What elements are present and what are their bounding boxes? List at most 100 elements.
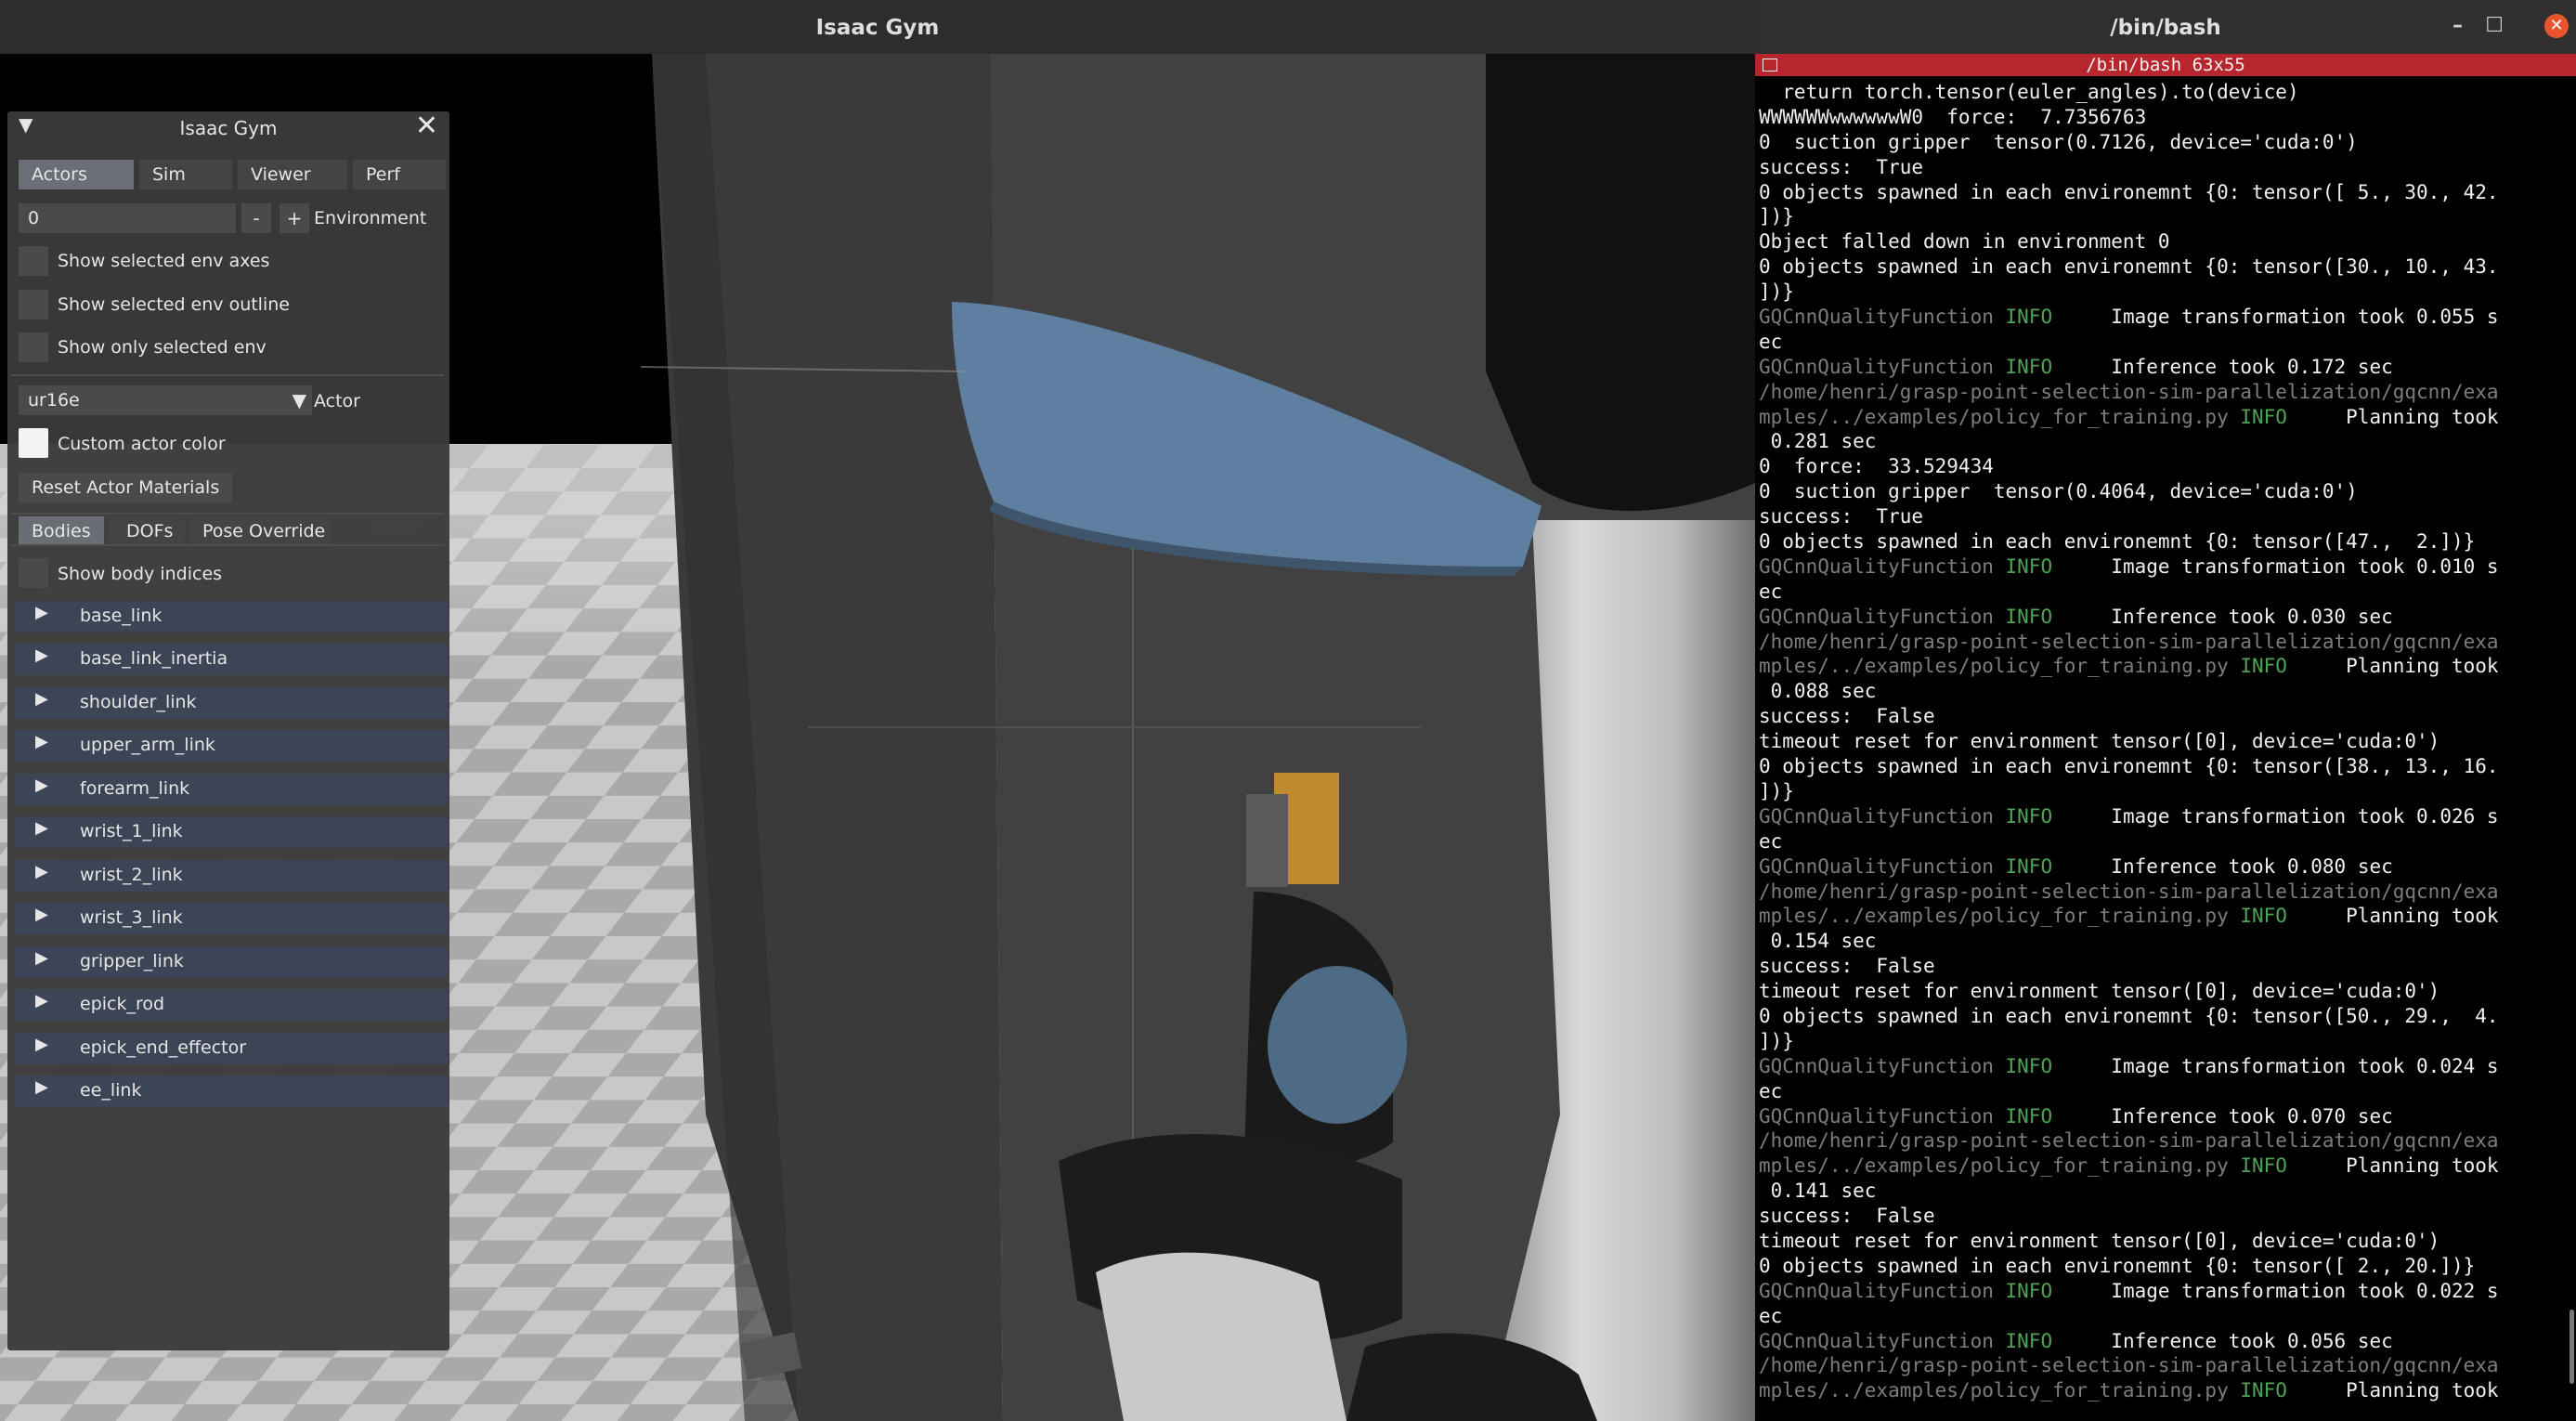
terminal-line: GQCnnQualityFunction INFO Image transfor…: [1759, 804, 2572, 829]
isaac-gym-window: Isaac Gym ▼ Isaac Gym ✕ Actors Sim Viewe…: [0, 0, 1755, 1421]
body-row-upper-arm-link[interactable]: ▶ upper_arm_link: [15, 730, 448, 762]
body-row-wrist-2-link[interactable]: ▶ wrist_2_link: [15, 860, 448, 892]
terminal-line: return torch.tensor(euler_angles).to(dev…: [1759, 80, 2572, 105]
triangle-right-icon: ▶: [35, 905, 48, 924]
terminal-line-text: 0.088 sec: [1759, 680, 1877, 703]
environment-decrement-button[interactable]: -: [241, 203, 271, 233]
body-name: forearm_link: [80, 778, 190, 799]
body-row-gripper-link[interactable]: ▶ gripper_link: [15, 946, 448, 978]
terminal-line: WWWWWWwwwwwwW0 force: 7.7356763: [1759, 105, 2572, 130]
terminal-line-text: ec: [1759, 330, 1783, 353]
custom-actor-color-swatch[interactable]: [19, 428, 48, 458]
terminal-line: mples/../examples/policy_for_training.py…: [1759, 1378, 2572, 1403]
terminal-line: success: False: [1759, 1204, 2572, 1229]
terminal-line: 0 objects spawned in each environemnt {0…: [1759, 1004, 2572, 1029]
dropdown-arrow-icon[interactable]: ▼: [293, 385, 306, 415]
triangle-right-icon: ▶: [35, 948, 48, 968]
body-row-base-link[interactable]: ▶ base_link: [15, 601, 448, 632]
body-row-wrist-3-link[interactable]: ▶ wrist_3_link: [15, 903, 448, 934]
logger-name: GQCnnQualityFunction: [1759, 306, 2006, 329]
show-only-selected-env-checkbox[interactable]: [19, 332, 48, 362]
terminal-line: ec: [1759, 829, 2572, 854]
tab-sim[interactable]: Sim: [139, 160, 232, 189]
terminal-line-text: 0.141 sec: [1759, 1180, 1877, 1203]
triangle-right-icon: ▶: [35, 862, 48, 881]
terminal-line-text: ec: [1759, 829, 1783, 853]
terminal-line-text: 0 objects spawned in each environemnt {0…: [1759, 755, 2499, 778]
terminal-line: 0 objects spawned in each environemnt {0…: [1759, 180, 2572, 205]
terminal-line-text: success: False: [1759, 1205, 1935, 1228]
body-row-wrist-1-link[interactable]: ▶ wrist_1_link: [15, 816, 448, 848]
body-row-forearm-link[interactable]: ▶ forearm_link: [15, 774, 448, 805]
custom-actor-color-label: Custom actor color: [58, 434, 226, 454]
terminal-line: 0.154 sec: [1759, 929, 2572, 954]
tab-viewer[interactable]: Viewer: [238, 160, 347, 189]
terminal-output[interactable]: return torch.tensor(euler_angles).to(dev…: [1759, 80, 2572, 1421]
log-message: Planning took: [2286, 655, 2499, 678]
environment-increment-button[interactable]: +: [280, 203, 309, 233]
environment-index-input[interactable]: 0: [19, 203, 236, 233]
logger-name: GQCnnQualityFunction: [1759, 355, 2006, 378]
logger-name: GQCnnQualityFunction: [1759, 1279, 2006, 1302]
terminal-line-text: ec: [1759, 1079, 1783, 1102]
maximize-icon[interactable]: ☐: [2485, 13, 2504, 39]
show-env-axes-checkbox[interactable]: [19, 246, 48, 276]
terminal-line: timeout reset for environment tensor([0]…: [1759, 979, 2572, 1004]
terminal-tab[interactable]: /bin/bash 63x55: [1755, 54, 2576, 76]
tab-perf[interactable]: Perf: [353, 160, 446, 189]
body-row-epick-rod[interactable]: ▶ epick_rod: [15, 989, 448, 1021]
close-window-icon[interactable]: ✕: [2544, 14, 2569, 38]
terminal-line: ec: [1759, 1304, 2572, 1329]
body-row-shoulder-link[interactable]: ▶ shoulder_link: [15, 687, 448, 719]
logger-name: /home/henri/grasp-point-selection-sim-pa…: [1759, 380, 2499, 403]
terminal-line-text: ])}: [1759, 205, 1794, 228]
show-env-axes-label: Show selected env axes: [58, 251, 270, 271]
body-name: epick_end_effector: [80, 1037, 247, 1058]
show-body-indices-label: Show body indices: [58, 564, 223, 584]
log-level: INFO: [2240, 905, 2287, 928]
logger-name: GQCnnQualityFunction: [1759, 804, 2006, 828]
subtab-dofs[interactable]: DOFs: [110, 516, 184, 546]
log-message: Planning took: [2286, 1154, 2499, 1178]
terminal-line: /home/henri/grasp-point-selection-sim-pa…: [1759, 630, 2572, 655]
terminal-line-text: ])}: [1759, 779, 1794, 802]
divider: [11, 513, 444, 515]
terminal-line: success: True: [1759, 504, 2572, 529]
logger-name: GQCnnQualityFunction: [1759, 605, 2006, 628]
terminal-line: GQCnnQualityFunction INFO Image transfor…: [1759, 305, 2572, 330]
body-row-base-link-inertia[interactable]: ▶ base_link_inertia: [15, 644, 448, 675]
minimize-icon[interactable]: –: [2452, 13, 2463, 39]
close-icon[interactable]: ✕: [415, 110, 438, 142]
actor-select[interactable]: ur16e ▼: [19, 385, 312, 415]
terminal-line: timeout reset for environment tensor([0]…: [1759, 1229, 2572, 1254]
log-level: INFO: [2005, 1104, 2053, 1128]
terminal-window: /bin/bash – ☐ ✕ /bin/bash 63x55 return t…: [1755, 0, 2576, 1421]
divider: [11, 544, 444, 546]
simulation-viewport[interactable]: ▼ Isaac Gym ✕ Actors Sim Viewer Perf 0 -…: [0, 54, 1755, 1421]
terminal-line-text: timeout reset for environment tensor([0]…: [1759, 730, 2440, 753]
terminal-line-text: 0 objects spawned in each environemnt {0…: [1759, 530, 2476, 554]
logger-name: mples/../examples/policy_for_training.py: [1759, 905, 2241, 928]
triangle-right-icon: ▶: [35, 689, 48, 709]
terminal-scrollbar[interactable]: [2569, 1310, 2574, 1384]
show-body-indices-checkbox[interactable]: [19, 558, 48, 588]
show-env-outline-checkbox[interactable]: [19, 290, 48, 319]
body-name: gripper_link: [80, 951, 184, 971]
environment-label: Environment: [314, 208, 427, 228]
terminal-tab-icon: [1763, 59, 1777, 72]
terminal-line: mples/../examples/policy_for_training.py…: [1759, 654, 2572, 679]
terminal-line-text: 0 objects spawned in each environemnt {0…: [1759, 1004, 2499, 1027]
terminal-line: 0 suction gripper tensor(0.4064, device=…: [1759, 479, 2572, 504]
reset-actor-materials-button[interactable]: Reset Actor Materials: [19, 473, 233, 502]
logger-name: /home/henri/grasp-point-selection-sim-pa…: [1759, 880, 2499, 903]
subtab-bodies[interactable]: Bodies: [19, 516, 104, 546]
log-message: Inference took 0.080 sec: [2052, 854, 2393, 878]
body-row-ee-link[interactable]: ▶ ee_link: [15, 1076, 448, 1107]
triangle-right-icon: ▶: [35, 732, 48, 751]
subtab-pose-override[interactable]: Pose Override: [189, 516, 331, 546]
tab-actors[interactable]: Actors: [19, 160, 134, 189]
body-name: shoulder_link: [80, 692, 197, 712]
body-subtabs: Bodies DOFs Pose Override: [19, 516, 331, 546]
logger-name: /home/henri/grasp-point-selection-sim-pa…: [1759, 630, 2499, 653]
body-row-epick-end-effector[interactable]: ▶ epick_end_effector: [15, 1033, 448, 1064]
